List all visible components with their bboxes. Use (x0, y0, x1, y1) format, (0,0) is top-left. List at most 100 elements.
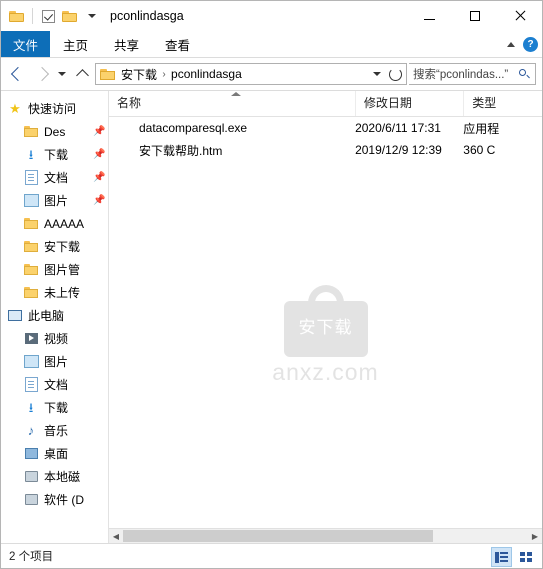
scroll-right-arrow[interactable]: ▶ (528, 529, 542, 543)
nav-item-label: 文档 (44, 378, 69, 392)
music-icon: ♪ (27, 423, 35, 438)
navigation-pane: ★ 快速访问 Des 📌 ⭳ 下载 📌 文档 📌 图片 📌 AAAAA 安下载 … (1, 91, 109, 543)
pc-icon (7, 308, 23, 324)
horizontal-scrollbar[interactable]: ◀ ▶ (109, 528, 542, 543)
minimize-button[interactable] (407, 1, 452, 31)
column-header-type[interactable]: 类型 (463, 91, 542, 116)
table-row[interactable]: datacomparesql.exe 2020/6/11 17:31 应用程 (109, 117, 542, 139)
nav-item-label: 软件 (D (44, 493, 84, 507)
window-controls (407, 1, 542, 31)
sort-ascending-icon (231, 92, 241, 96)
breadcrumb-item-0[interactable]: 安下载 (120, 66, 158, 83)
watermark-badge-text: 安下载 (298, 318, 353, 337)
nav-item-label: 图片管 (44, 263, 81, 277)
tab-file[interactable]: 文件 (1, 31, 51, 57)
forward-button[interactable] (31, 63, 53, 85)
details-view-button[interactable] (491, 547, 512, 567)
back-button[interactable] (7, 63, 29, 85)
folder-icon (23, 239, 39, 255)
nav-item-documents[interactable]: 文档 📌 (1, 166, 108, 189)
title-bar: pconlindasga (1, 1, 542, 31)
nav-item-pictures-pc[interactable]: 图片 (1, 350, 108, 373)
pin-icon: 📌 (93, 195, 106, 206)
disk-icon (23, 469, 39, 485)
pin-icon: 📌 (93, 126, 106, 137)
tab-view[interactable]: 查看 (152, 31, 203, 57)
ribbon-tabs: 文件 主页 共享 查看 ? (1, 31, 542, 58)
column-header-name[interactable]: 名称 (109, 91, 355, 116)
htm-file-icon (117, 142, 133, 158)
nav-item-label: Des (44, 124, 66, 139)
recent-locations-button[interactable] (55, 63, 69, 85)
column-header-date[interactable]: 修改日期 (354, 91, 463, 116)
nav-item-label: 此电脑 (28, 309, 65, 323)
nav-item-label: AAAAA (44, 216, 85, 231)
help-icon[interactable]: ? (523, 36, 538, 52)
nav-item-label: 未上传 (44, 286, 81, 300)
address-path-box[interactable]: 安下载 › pconlindasga (95, 63, 407, 85)
download-icon: ⭳ (28, 147, 34, 162)
window-title: pconlindasga (110, 9, 184, 23)
quick-access-toolbar (1, 6, 102, 26)
toolbar-divider (32, 8, 33, 24)
search-input[interactable]: 搜索“pconlindas...” (413, 66, 518, 82)
close-button[interactable] (497, 1, 542, 31)
customize-dropdown-icon[interactable] (82, 6, 102, 26)
table-row[interactable]: 安下载帮助.htm 2019/12/9 12:39 360 C (109, 139, 542, 161)
maximize-button[interactable] (452, 1, 497, 31)
nav-item-label: 下载 (44, 401, 69, 415)
folder-icon-2[interactable] (60, 6, 80, 26)
nav-item-quick-access[interactable]: ★ 快速访问 (1, 97, 108, 120)
nav-item-pictures[interactable]: 图片 📌 (1, 189, 108, 212)
nav-item-videos[interactable]: 视频 (1, 327, 108, 350)
column-header-row: 名称 修改日期 类型 (109, 91, 542, 117)
breadcrumb-item-1[interactable]: pconlindasga (170, 67, 243, 81)
view-mode-buttons (491, 547, 536, 567)
watermark-bag-icon: 安下载 (283, 285, 368, 357)
explorer-window: pconlindasga 文件 主页 共享 查看 ? 安下载 › pconlin… (0, 0, 543, 569)
nav-item-label: 图片 (44, 194, 69, 208)
up-button[interactable] (71, 63, 93, 85)
scroll-track[interactable] (123, 529, 528, 543)
nav-item-label: 快速访问 (28, 102, 77, 116)
pin-icon: 📌 (93, 149, 106, 160)
tiles-view-button[interactable] (515, 547, 536, 567)
nav-item-anxiazai[interactable]: 安下载 (1, 235, 108, 258)
search-box[interactable]: 搜索“pconlindas...” (409, 63, 536, 85)
nav-item-downloads[interactable]: ⭳ 下载 📌 (1, 143, 108, 166)
watermark: 安下载 anxz.com (206, 285, 446, 386)
nav-item-music[interactable]: ♪ 音乐 (1, 419, 108, 442)
tab-share[interactable]: 共享 (101, 31, 152, 57)
nav-item-documents-pc[interactable]: 文档 (1, 373, 108, 396)
column-header-name-label: 名称 (117, 96, 142, 110)
collapse-ribbon-icon[interactable] (507, 41, 515, 47)
nav-item-desktop[interactable]: 桌面 (1, 442, 108, 465)
checkbox-icon[interactable] (38, 6, 58, 26)
nav-item-picture-manage[interactable]: 图片管 (1, 258, 108, 281)
nav-item-not-uploaded[interactable]: 未上传 (1, 281, 108, 304)
desktop-icon (23, 446, 39, 462)
file-name-label: 安下载帮助.htm (139, 143, 223, 158)
address-bar: 安下载 › pconlindasga 搜索“pconlindas...” (1, 58, 542, 90)
nav-item-local-disk[interactable]: 本地磁 (1, 465, 108, 488)
file-name-cell: 安下载帮助.htm (109, 139, 355, 161)
scroll-thumb[interactable] (123, 530, 433, 542)
exe-file-icon (117, 120, 133, 136)
refresh-icon[interactable] (386, 64, 404, 84)
nav-item-des[interactable]: Des 📌 (1, 120, 108, 143)
nav-item-aaaaa[interactable]: AAAAA (1, 212, 108, 235)
nav-item-software-disk[interactable]: 软件 (D (1, 488, 108, 511)
pin-icon: 📌 (93, 172, 106, 183)
breadcrumb-separator: › (162, 68, 166, 80)
nav-item-downloads-pc[interactable]: ⭳ 下载 (1, 396, 108, 419)
nav-item-label: 视频 (44, 332, 69, 346)
folder-icon[interactable] (7, 6, 27, 26)
nav-item-this-pc[interactable]: 此电脑 (1, 304, 108, 327)
path-folder-icon (100, 68, 116, 81)
picture-icon (23, 193, 39, 209)
file-type-cell: 360 C (463, 143, 496, 157)
folder-icon (23, 285, 39, 301)
scroll-left-arrow[interactable]: ◀ (109, 529, 123, 543)
path-dropdown-icon[interactable] (368, 64, 386, 84)
tab-home[interactable]: 主页 (50, 31, 101, 57)
